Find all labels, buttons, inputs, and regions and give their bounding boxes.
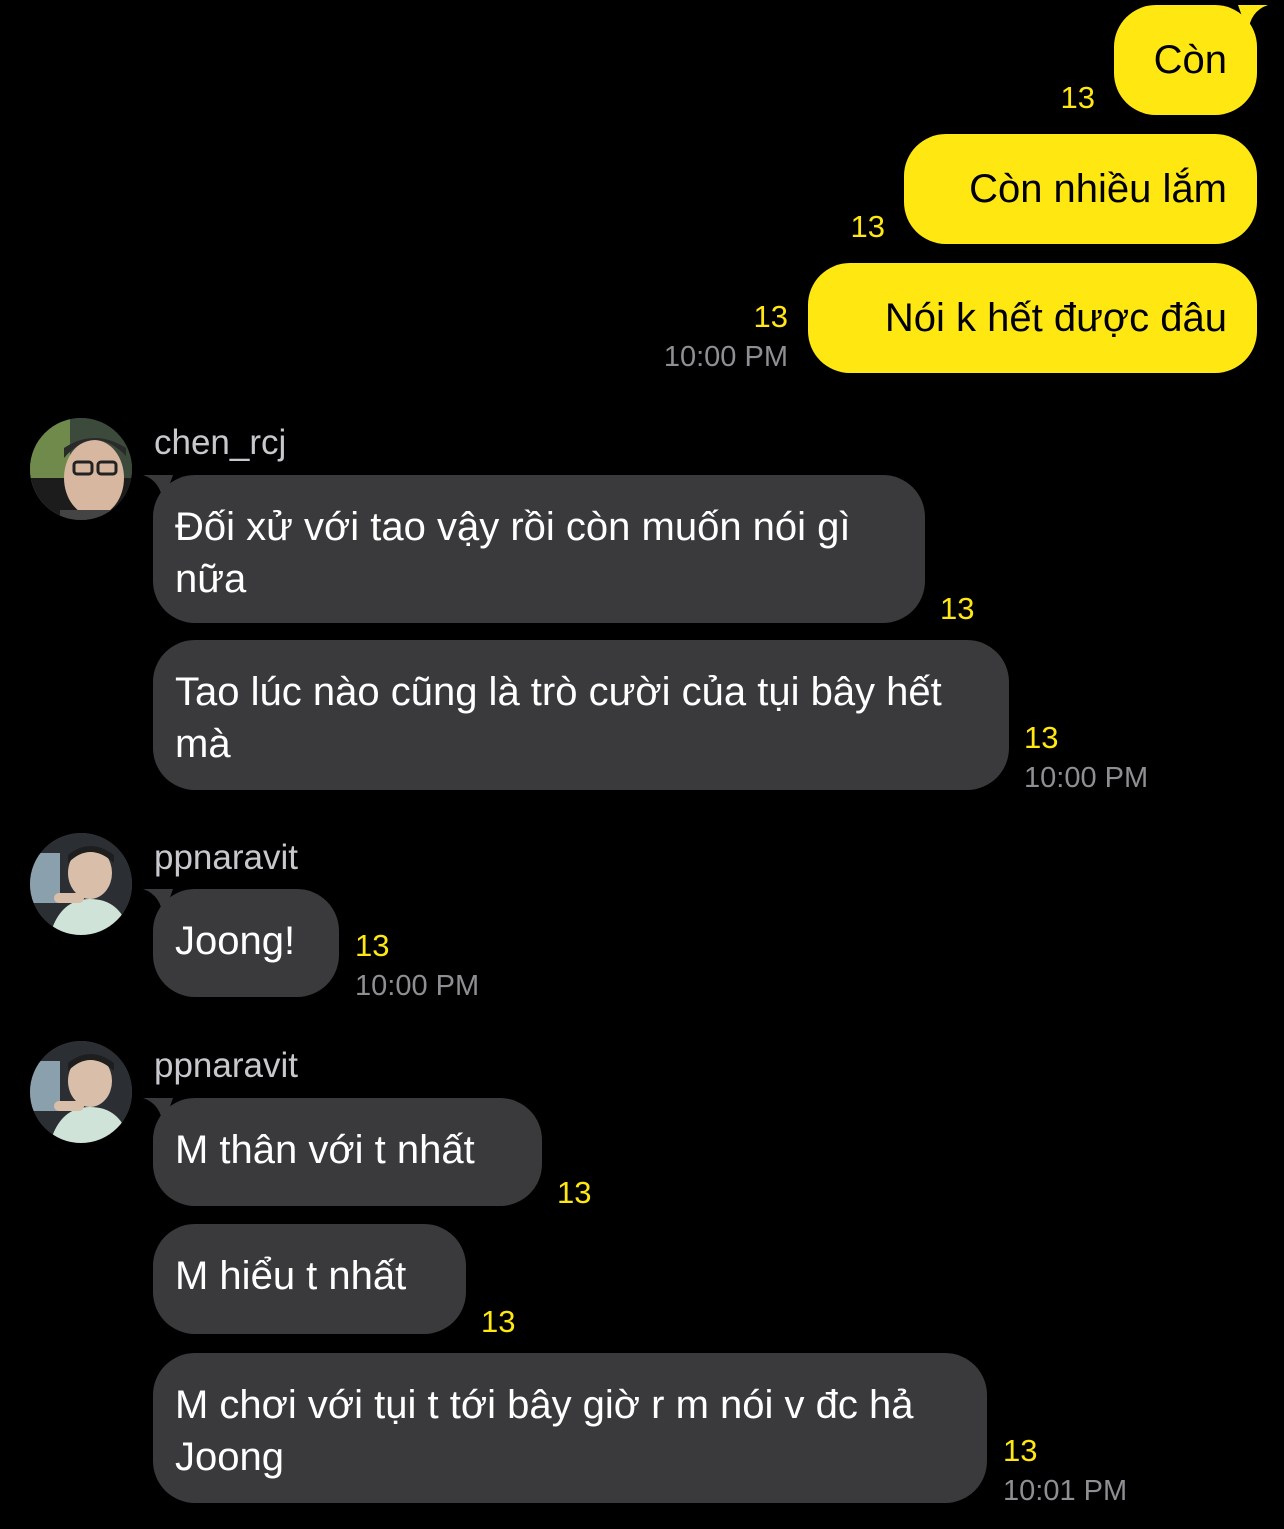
incoming-message[interactable]: M chơi với tụi t tới bây giờ r m nói v đ… bbox=[153, 1353, 987, 1503]
sender-name: chen_rcj bbox=[154, 423, 287, 462]
message-text: Nói k hết được đâu bbox=[884, 296, 1227, 340]
unread-count: 13 bbox=[355, 928, 390, 963]
avatar[interactable] bbox=[30, 418, 132, 520]
message-text: Còn bbox=[1153, 38, 1227, 82]
unread-count: 13 bbox=[1003, 1433, 1038, 1468]
profile-photo-icon bbox=[30, 1041, 132, 1143]
unread-count: 13 bbox=[850, 209, 885, 244]
avatar[interactable] bbox=[30, 1041, 132, 1143]
sender-name: ppnaravit bbox=[154, 838, 298, 877]
message-text: M thân với t nhất bbox=[175, 1128, 475, 1172]
outgoing-message[interactable]: Còn bbox=[1114, 5, 1257, 115]
incoming-message[interactable]: Joong! bbox=[153, 889, 339, 997]
profile-photo-icon bbox=[30, 418, 132, 520]
unread-count: 13 bbox=[481, 1304, 516, 1339]
incoming-message[interactable]: Tao lúc nào cũng là trò cười của tụi bây… bbox=[153, 640, 1009, 790]
bubble-tail-icon bbox=[1238, 5, 1268, 33]
sender-name: ppnaravit bbox=[154, 1046, 298, 1085]
unread-count: 13 bbox=[1024, 720, 1059, 755]
message-timestamp: 10:00 PM bbox=[1024, 762, 1149, 794]
unread-count: 13 bbox=[940, 591, 975, 626]
unread-count: 13 bbox=[1060, 80, 1095, 115]
message-timestamp: 10:01 PM bbox=[1003, 1475, 1128, 1507]
incoming-message[interactable]: Đối xử với tao vậy rồi còn muốn nói gì n… bbox=[153, 475, 925, 623]
outgoing-message[interactable]: Còn nhiều lắm bbox=[904, 134, 1257, 244]
message-text: Còn nhiều lắm bbox=[969, 167, 1227, 211]
outgoing-message[interactable]: Nói k hết được đâu bbox=[808, 263, 1257, 373]
message-timestamp: 10:00 PM bbox=[355, 970, 480, 1002]
unread-count: 13 bbox=[557, 1175, 592, 1210]
profile-photo-icon bbox=[30, 833, 132, 935]
unread-count: 13 bbox=[753, 299, 788, 334]
incoming-message[interactable]: M thân với t nhất bbox=[153, 1098, 542, 1206]
message-text: Joong! bbox=[175, 919, 296, 963]
message-timestamp: 10:00 PM bbox=[663, 341, 788, 373]
incoming-message[interactable]: M hiểu t nhất bbox=[153, 1224, 466, 1334]
message-text: Tao lúc nào cũng là trò cười của tụi bây… bbox=[175, 670, 942, 766]
avatar[interactable] bbox=[30, 833, 132, 935]
message-text: M hiểu t nhất bbox=[175, 1254, 407, 1298]
message-text: Đối xử với tao vậy rồi còn muốn nói gì n… bbox=[175, 505, 851, 601]
message-text: M chơi với tụi t tới bây giờ r m nói v đ… bbox=[175, 1383, 914, 1479]
